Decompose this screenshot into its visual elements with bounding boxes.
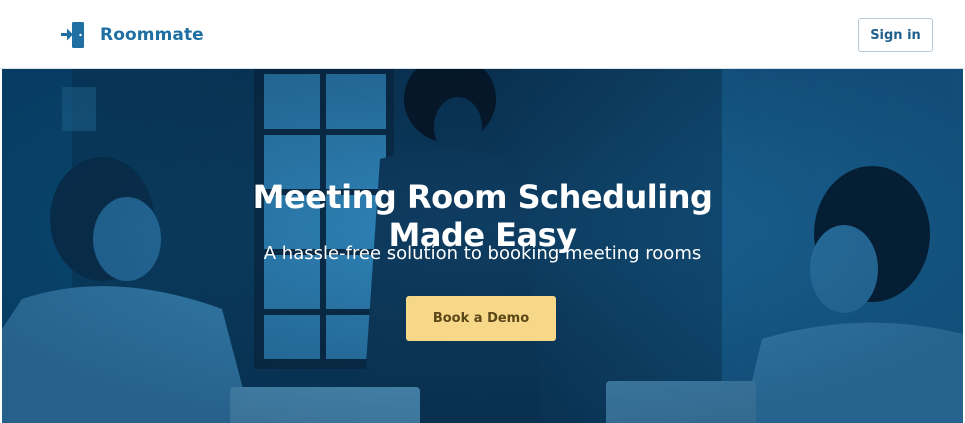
book-demo-button[interactable]: Book a Demo bbox=[406, 296, 556, 341]
page: Roommate Sign in Meeting Room Scheduling… bbox=[0, 0, 965, 423]
sign-in-button[interactable]: Sign in bbox=[858, 18, 933, 52]
door-enter-icon bbox=[61, 22, 84, 48]
brand-name: Roommate bbox=[100, 25, 204, 45]
brand-logo-link[interactable]: Roommate bbox=[58, 20, 204, 50]
hero-subtitle: A hassle-free solution to booking meetin… bbox=[263, 243, 702, 264]
hero-title-line-1: Meeting Room Scheduling bbox=[252, 178, 713, 217]
top-navigation-bar: Roommate Sign in bbox=[0, 0, 965, 69]
hero-section: Meeting Room Scheduling Made Easy A hass… bbox=[2, 69, 963, 423]
